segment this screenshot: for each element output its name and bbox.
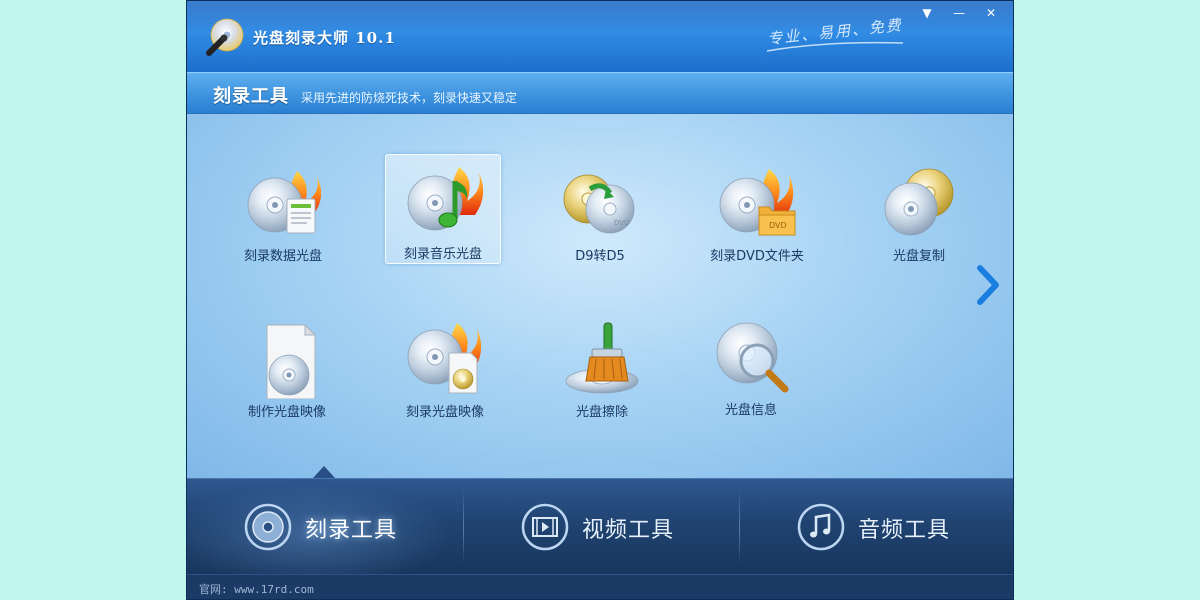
tool-label: 光盘复制 bbox=[892, 249, 945, 264]
film-icon bbox=[521, 503, 569, 551]
tool-burn-data-disc[interactable]: 刻录数据光盘 bbox=[225, 156, 341, 266]
title-bar[interactable]: 光盘刻录大师 10.1 专业、易用、免费 ▼ — ✕ bbox=[187, 1, 1013, 72]
section-description: 采用先进的防烧死技术，刻录快速又稳定 bbox=[301, 91, 518, 105]
tool-burn-music-disc[interactable]: 刻录音乐光盘 bbox=[385, 154, 501, 264]
tab-video-tools[interactable]: 视频工具 bbox=[464, 479, 739, 574]
disc-info-icon bbox=[716, 322, 789, 393]
tool-label: 光盘信息 bbox=[724, 403, 777, 418]
tool-label: D9转D5 bbox=[575, 249, 625, 264]
tab-label: 刻录工具 bbox=[305, 518, 398, 543]
bottom-tab-bar: 刻录工具 视频工具 音频工具 bbox=[187, 478, 1013, 574]
app-title: 光盘刻录大师 10.1 bbox=[253, 29, 396, 47]
tool-burn-disc-image[interactable]: 刻录光盘映像 bbox=[387, 312, 503, 422]
burn-music-disc-icon bbox=[407, 167, 484, 231]
tab-label: 视频工具 bbox=[582, 518, 675, 543]
slogan-swoosh bbox=[766, 41, 904, 52]
burn-data-disc-icon bbox=[247, 171, 322, 234]
svg-text:DVD: DVD bbox=[769, 221, 787, 230]
app-logo-icon bbox=[206, 18, 244, 56]
tool-label: 光盘擦除 bbox=[575, 405, 628, 420]
tool-label: 刻录数据光盘 bbox=[243, 249, 322, 264]
burn-disc-image-icon bbox=[407, 323, 482, 394]
close-button[interactable]: ✕ bbox=[977, 3, 1005, 23]
menu-button[interactable]: ▼ bbox=[913, 3, 941, 23]
d9-to-d5-icon: DVD bbox=[563, 174, 635, 234]
tool-d9-to-d5[interactable]: DVD D9转D5 bbox=[542, 156, 658, 266]
status-bar: 官网: www.17rd.com bbox=[187, 574, 1013, 599]
tools-panel: 刻录数据光盘 刻录音乐光盘 DVD D9转D5 DVD 刻录DVD文件夹 光盘复… bbox=[187, 114, 1013, 478]
section-header: 刻录工具 采用先进的防烧死技术，刻录快速又稳定 bbox=[187, 72, 1013, 114]
make-disc-image-icon bbox=[266, 323, 317, 399]
tab-audio-tools[interactable]: 音频工具 bbox=[740, 479, 1013, 574]
tool-label: 刻录DVD文件夹 bbox=[710, 249, 804, 264]
burn-dvd-folder-icon: DVD bbox=[719, 169, 796, 236]
tool-label: 制作光盘映像 bbox=[247, 405, 326, 420]
tool-disc-copy[interactable]: 光盘复制 bbox=[861, 156, 977, 266]
active-tab-pointer bbox=[313, 466, 335, 478]
erase-disc-icon bbox=[565, 322, 639, 394]
tab-burn-tools[interactable]: 刻录工具 bbox=[187, 479, 462, 574]
section-title: 刻录工具 bbox=[213, 86, 289, 107]
tool-make-disc-image[interactable]: 制作光盘映像 bbox=[229, 312, 345, 422]
minimize-button[interactable]: — bbox=[945, 3, 973, 23]
official-site-link[interactable]: 官网: www.17rd.com bbox=[199, 581, 314, 597]
tool-label: 刻录音乐光盘 bbox=[403, 247, 482, 262]
next-page-arrow-icon[interactable] bbox=[975, 264, 1001, 306]
music-note-icon bbox=[797, 503, 845, 551]
svg-text:DVD: DVD bbox=[614, 219, 629, 227]
disc-icon bbox=[244, 503, 292, 551]
main-window: 光盘刻录大师 10.1 专业、易用、免费 ▼ — ✕ 刻录工具 采用先进的防烧死… bbox=[186, 0, 1014, 600]
tool-disc-info[interactable]: 光盘信息 bbox=[693, 310, 809, 420]
tool-erase-disc[interactable]: 光盘擦除 bbox=[544, 312, 660, 422]
tab-label: 音频工具 bbox=[858, 518, 951, 543]
window-controls: ▼ — ✕ bbox=[913, 3, 1005, 23]
tool-burn-dvd-folder[interactable]: DVD 刻录DVD文件夹 bbox=[699, 156, 815, 266]
tool-label: 刻录光盘映像 bbox=[405, 405, 484, 420]
disc-copy-icon bbox=[884, 168, 954, 236]
